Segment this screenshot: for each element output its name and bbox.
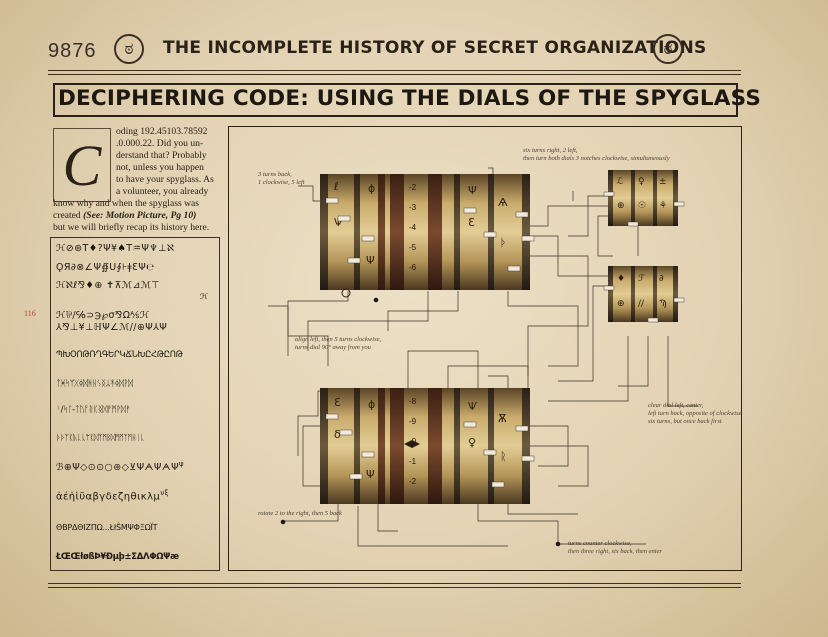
dial-glyph: Ѱ <box>468 400 478 413</box>
annotation-top-left: 3 turns back, 1 clockwise, 5 left <box>258 171 305 186</box>
dial-glyph: Ψ <box>468 184 477 197</box>
intro-line: but we will briefly recap its history he… <box>53 222 210 233</box>
dial-glyph: ♀ <box>468 436 476 449</box>
dial-glyph: ϕ <box>368 398 375 411</box>
footer-rule-thin <box>48 587 741 588</box>
annotation-mid-right: clear dial left, center, left turn back,… <box>648 402 742 425</box>
dial-glyph: Ψ <box>366 254 375 267</box>
dial-glyph: Ѧ <box>498 196 508 209</box>
cipher-row: ΘΒΡΔΘΙΖΠΩ...ŁłŜΜΨΦΞΩΪΤ <box>56 523 158 532</box>
small-dial-glyph: ℒ <box>617 177 623 187</box>
cipher-row: ℋ⊘⊛T♦?Ψ¥♠T♒Ψ♆⊥ℵ <box>56 243 175 254</box>
dial-glyph: ᚱ <box>500 450 507 463</box>
cipher-row: ℋ⅌∕℅⊃℈℘σ⅋Ω⅍ℋ <box>56 310 150 321</box>
small-dial-glyph: ♀ <box>638 177 645 187</box>
cipher-row: ՊԽՕՈԹՌՂԳԵՐԿՃՆԽԸՀԹԸՈԹ <box>56 350 183 360</box>
intro-line: oding 192.45103.78592 <box>116 126 208 137</box>
cipher-superscript: ψ <box>178 460 184 468</box>
dial-glyph: ℓ <box>333 180 339 193</box>
intro-reference-link: (See: Motion Picture, Pg 10) <box>83 210 197 221</box>
intro-line: derstand that? Probably <box>116 150 207 161</box>
intro-line: not, unless you happen <box>116 162 204 173</box>
small-dial-glyph: ⊕ <box>617 299 625 309</box>
spyglass-dial-bottom: Ɛ ϕ δ Ѱ ♀ Ѫ ᚱ Ψ -8 -9 -0 -1 -2 <box>320 388 535 504</box>
emblem-right-icon: ಠ <box>653 34 683 64</box>
dial-glyph: ᚦ <box>500 236 507 249</box>
dial-number: -8 <box>409 397 417 406</box>
small-dial-top: ℒ ♀ ± ⊕ ☉ ⚘ <box>603 170 685 227</box>
small-dial-glyph: ∂ <box>659 274 664 284</box>
running-title: THE INCOMPLETE HISTORY OF SECRET ORGANIZ… <box>163 38 707 58</box>
cipher-row: ᛌ/ᛋᛚ-ᛏᚢᚩᚱᛕᛝᛞᚡᛗᚹᛞᚡ <box>56 405 130 415</box>
dial-glyph: Ѫ <box>498 412 507 425</box>
cipher-row: ᛏᚸᛋᛘᚷᛄᛞᚻᚺᛊᛝᛦᛡᛄᛞᚹᛞ <box>56 379 133 389</box>
intro-line: created (See: Motion Picture, Pg 10) <box>53 210 196 222</box>
small-dial-bottom: ♦ ℱ ∂ ⊕ // Ϡ <box>603 266 685 323</box>
footer-rule <box>48 583 741 584</box>
dial-number: -9 <box>409 417 417 426</box>
annotation-mid-left: align left, then 5 turns clockwise, turn… <box>295 336 382 351</box>
intro-line: know why and when the spyglass was <box>53 198 200 209</box>
cipher-row: ℬ⊕Ψ◇⊙⊙○⊛◇⊻ΨᗅΨᗅΨψ <box>56 460 184 474</box>
cipher-row: ἀέἡἱῦαβγδεζηθικλμνξ <box>56 489 169 503</box>
cipher-row: ℋℵℓ⅋♦⊕ ✝⊼ℳ⊿ℳ⊤ <box>56 280 160 291</box>
annotation-bottom-left: rotate 2 to the right, then 5 back <box>258 510 342 517</box>
dial-number: -4 <box>409 223 417 232</box>
margin-note: 116 <box>24 309 36 318</box>
dial-number: -3 <box>409 203 417 212</box>
small-dial-glyph: ♦ <box>617 274 625 284</box>
header-rule <box>48 70 741 71</box>
cipher-row: ϘЯ∂⊗∠Ψ∯Ս∮⊦ǂƐΨ℮ <box>56 262 155 273</box>
intro-created-prefix: created <box>53 210 84 221</box>
annotation-top-right: six turns right, 2 left, then turn both … <box>523 147 670 162</box>
headline: DECIPHERING CODE: USING THE DIALS OF THE… <box>58 86 762 111</box>
page-number: 9876 <box>48 40 97 62</box>
cipher-row: ℋ <box>200 292 209 301</box>
dial-number: -5 <box>409 243 417 252</box>
dial-number: -1 <box>409 457 417 466</box>
emblem-left-icon: ಠ <box>114 34 144 64</box>
dial-glyph: Ɛ <box>334 396 341 409</box>
small-dial-glyph: ± <box>659 177 667 187</box>
dial-glyph: Ψ <box>366 468 375 481</box>
spyglass-dial-top: ℓ ϕ Ѱ Ψ Ɛ Ѧ ᚦ Ψ -2 -3 -4 -5 -6 <box>320 174 535 298</box>
intro-line: a volunteer, you already <box>116 186 209 197</box>
small-dial-glyph: ⊕ <box>617 201 625 211</box>
drop-cap: C <box>53 128 111 202</box>
cipher-row: ⅄⅋⊥¥⊥ℍΨ∠ℳ//⊕Ψ⅄Ψ <box>56 322 168 333</box>
dial-number: -2 <box>409 477 417 486</box>
dial-number: -2 <box>409 183 417 192</box>
cipher-row: ŁŒŒłøßÞ¥Ðµþ±ΣΔΛΦΩΨæ <box>56 552 179 562</box>
dial-glyph: Ɛ <box>468 216 475 229</box>
small-dial-glyph: ⚘ <box>659 201 667 211</box>
cipher-superscript: νξ <box>160 489 169 497</box>
header-rule-thin <box>48 74 741 75</box>
small-dial-glyph: Ϡ <box>659 299 667 309</box>
dial-glyph: ϕ <box>368 182 375 195</box>
small-dial-glyph: // <box>638 299 645 309</box>
small-dial-glyph: ℱ <box>638 274 645 284</box>
dial-number: -6 <box>409 263 417 272</box>
cipher-row: ᚦᚦᛉᛕᚣᚳᚳᛘᛕᛞᛉᛗᛒᛞᛗᛗᛉᛗᚺᛁᚳ <box>56 433 145 442</box>
intro-line: to have your spyglass. As <box>116 174 214 185</box>
small-dial-glyph: ☉ <box>638 201 646 211</box>
intro-line: .0.000.22. Did you un- <box>116 138 204 149</box>
annotation-bottom-right: turns counter clockwise, then three righ… <box>568 540 662 555</box>
